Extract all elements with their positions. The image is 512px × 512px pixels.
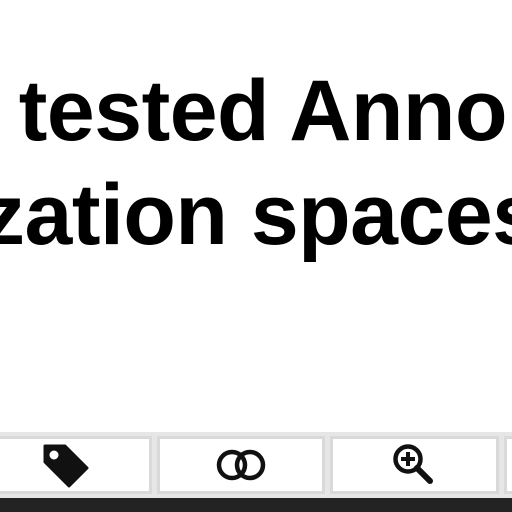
annotation-toolbar [0,432,512,498]
tag-button[interactable] [0,436,152,494]
article-heading-line-1: l tested Anno [0,63,508,159]
overlap-button[interactable] [157,436,325,494]
zoom-in-button[interactable] [330,436,499,494]
zoom-in-icon [390,442,440,488]
article-content: l tested Anno zation spaces [0,0,512,432]
more-tool-button[interactable] [504,436,512,494]
overlap-circles-icon [213,448,269,482]
bottom-bar [0,498,512,512]
article-heading-line-2: zation spaces [0,167,512,263]
tag-icon [41,442,91,488]
